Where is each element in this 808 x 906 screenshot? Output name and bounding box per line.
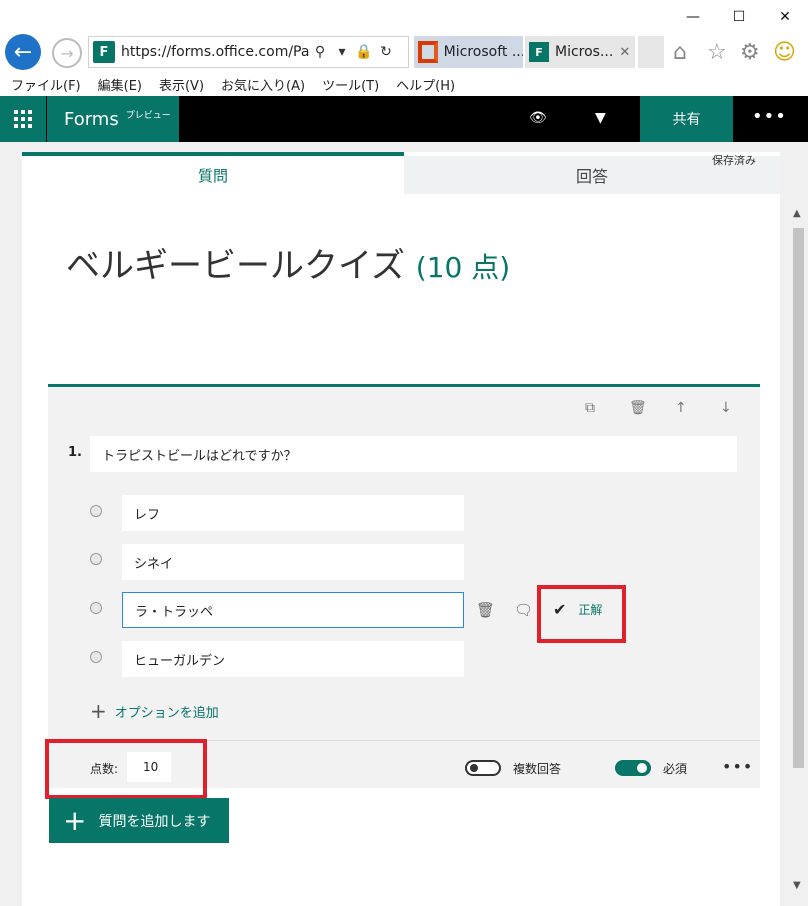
option-radio[interactable] bbox=[90, 602, 102, 614]
add-question-label: 質問を追加します bbox=[98, 813, 211, 830]
preview-tag: プレビュー bbox=[125, 110, 171, 121]
settings-gear-icon[interactable]: ⚙ bbox=[740, 40, 760, 65]
office-icon bbox=[418, 41, 438, 63]
menu-bar: ファイル(F) 編集(E) 表示(V) お気に入り(A) ツール(T) ヘルプ(… bbox=[0, 72, 808, 96]
dropdown-icon[interactable]: ▾ bbox=[331, 44, 353, 60]
required-label: 必須 bbox=[663, 762, 688, 776]
add-question-button[interactable]: + 質問を追加します bbox=[49, 798, 229, 843]
plus-icon: + bbox=[63, 803, 87, 837]
quiz-title-text: ベルギービールクイズ bbox=[66, 246, 405, 286]
forms-icon: F bbox=[529, 42, 549, 62]
move-down-icon[interactable]: ↓ bbox=[720, 400, 732, 416]
quiz-points: (10 点) bbox=[415, 251, 511, 284]
forward-button[interactable]: → bbox=[52, 38, 82, 68]
browser-tab-microsoft[interactable]: Microsoft ... bbox=[414, 36, 523, 68]
app-name[interactable]: Forms プレビュー bbox=[47, 96, 179, 142]
favorites-star-icon[interactable]: ☆ bbox=[707, 40, 727, 65]
search-icon[interactable]: ⚲ bbox=[309, 44, 331, 60]
menu-tools[interactable]: ツール(T) bbox=[322, 75, 379, 94]
more-options-icon[interactable]: ••• bbox=[752, 106, 787, 127]
window-controls: — ☐ ✕ bbox=[670, 0, 808, 34]
menu-edit[interactable]: 編集(E) bbox=[98, 75, 142, 94]
browser-tab-forms[interactable]: F Micros... ✕ bbox=[525, 36, 635, 68]
menu-help[interactable]: ヘルプ(H) bbox=[396, 75, 455, 94]
maximize-button[interactable]: ☐ bbox=[716, 0, 762, 34]
saved-status: 保存済み bbox=[712, 154, 756, 167]
delete-icon[interactable]: 🗑 bbox=[629, 400, 647, 416]
app-name-text: Forms bbox=[64, 108, 119, 130]
menu-file[interactable]: ファイル(F) bbox=[11, 75, 81, 94]
minimize-button[interactable]: — bbox=[670, 0, 716, 34]
multiple-answers-toggle[interactable] bbox=[465, 760, 501, 776]
refresh-icon[interactable]: ↻ bbox=[375, 44, 397, 60]
scrollbar-thumb[interactable] bbox=[793, 228, 804, 768]
highlight-box bbox=[45, 739, 207, 799]
tab-label: Micros... bbox=[555, 44, 614, 60]
move-up-icon[interactable]: ↑ bbox=[675, 400, 687, 416]
forms-site-icon: F bbox=[93, 41, 115, 63]
lock-icon[interactable]: 🔒 bbox=[353, 44, 375, 60]
required-toggle[interactable] bbox=[615, 760, 651, 776]
menu-view[interactable]: 表示(V) bbox=[159, 75, 204, 94]
question-text-input[interactable]: トラピストビールはどれですか？ bbox=[90, 436, 737, 472]
multiple-answers-label: 複数回答 bbox=[513, 762, 562, 776]
quiz-title[interactable]: ベルギービールクイズ (10 点) bbox=[66, 238, 510, 287]
theme-icon[interactable]: ▼ bbox=[595, 110, 606, 126]
new-tab-button[interactable] bbox=[638, 36, 664, 68]
question-number: 1. bbox=[68, 445, 82, 460]
browser-toolbar: ← → F https://forms.office.com/Pa ⚲ ▾ 🔒 … bbox=[0, 34, 808, 72]
add-option-button[interactable]: + オプションを追加 bbox=[90, 699, 219, 723]
home-icon[interactable]: ⌂ bbox=[673, 40, 687, 65]
tab-questions[interactable]: 質問 bbox=[22, 152, 404, 194]
preview-eye-icon[interactable]: 👁 bbox=[529, 110, 547, 126]
url-text[interactable]: https://forms.office.com/Pa bbox=[121, 44, 309, 60]
share-button[interactable]: 共有 bbox=[640, 96, 733, 142]
option-input[interactable]: シネイ bbox=[122, 544, 464, 580]
option-input[interactable]: ラ・トラッペ bbox=[122, 592, 464, 628]
option-input[interactable]: ヒューガルデン bbox=[122, 641, 464, 677]
menu-favorites[interactable]: お気に入り(A) bbox=[221, 75, 305, 94]
highlight-box bbox=[537, 585, 626, 643]
question-more-icon[interactable]: ••• bbox=[722, 757, 753, 776]
copy-icon[interactable]: ⧉ bbox=[585, 400, 595, 416]
smiley-feedback-icon[interactable]: ☺ bbox=[773, 40, 796, 65]
option-radio[interactable] bbox=[90, 553, 102, 565]
back-button[interactable]: ← bbox=[5, 34, 41, 70]
address-bar[interactable]: F https://forms.office.com/Pa ⚲ ▾ 🔒 ↻ bbox=[88, 36, 409, 68]
add-option-label: オプションを追加 bbox=[114, 705, 219, 721]
plus-icon: + bbox=[90, 699, 107, 723]
close-window-button[interactable]: ✕ bbox=[762, 0, 808, 34]
close-tab-icon[interactable]: ✕ bbox=[619, 45, 630, 60]
tab-label: Microsoft ... bbox=[443, 44, 523, 60]
comment-icon[interactable]: 🗨 bbox=[514, 601, 533, 619]
option-radio[interactable] bbox=[90, 651, 102, 663]
option-input[interactable]: レフ bbox=[122, 495, 464, 531]
scroll-down-icon[interactable]: ▼ bbox=[793, 880, 801, 891]
app-launcher-icon[interactable] bbox=[0, 96, 46, 142]
forms-header: Forms プレビュー 👁 ▼ 共有 ••• bbox=[0, 96, 808, 142]
delete-option-icon[interactable]: 🗑 bbox=[476, 601, 495, 619]
option-radio[interactable] bbox=[90, 505, 102, 517]
scroll-up-icon[interactable]: ▲ bbox=[793, 208, 801, 219]
